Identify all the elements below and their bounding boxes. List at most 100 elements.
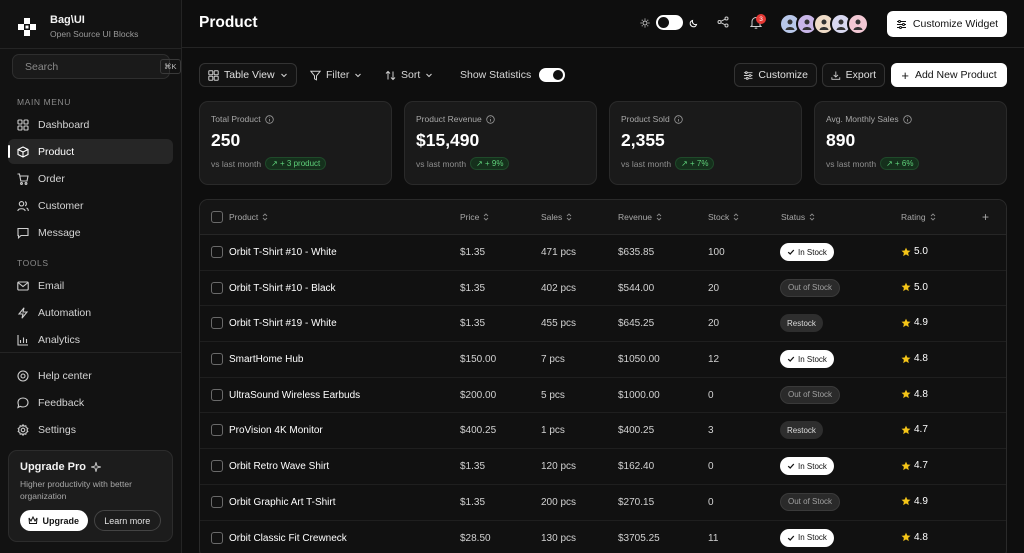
search-box[interactable]: ⌘K [12, 54, 181, 79]
sidebar: Bag\UI Open Source UI Blocks ⌘K MAIN MEN… [0, 0, 182, 553]
row-checkbox[interactable] [211, 281, 223, 294]
info-icon[interactable] [485, 114, 495, 124]
stat-value: $15,490 [416, 130, 480, 150]
table-row[interactable]: ProVision 4K Monitor $400.25 1 pcs $400.25 3… [200, 413, 1006, 450]
table-row[interactable]: Orbit T-Shirt #10 - Black $1.35 402 pcs $54… [200, 271, 1006, 307]
filter-button[interactable]: Filter [310, 63, 362, 87]
learn-more-button[interactable]: Learn more [93, 510, 161, 531]
brand[interactable]: Bag\UI Open Source UI Blocks [18, 14, 138, 39]
status-label: Restock [787, 425, 816, 435]
product-sales: 1 pcs [541, 425, 565, 437]
status-badge: In Stock [780, 243, 834, 261]
column-header-product[interactable]: Product [229, 212, 268, 222]
column-header-stock[interactable]: Stock [708, 212, 739, 222]
product-revenue: $162.40 [618, 461, 655, 473]
customize-button[interactable]: Customize [734, 63, 817, 87]
page-title: Product [199, 14, 258, 31]
upgrade-button[interactable]: Upgrade [20, 510, 88, 531]
table-row[interactable]: Orbit Classic Fit Crewneck $28.50 130 pcs $… [200, 521, 1006, 553]
search-shortcut: ⌘K [160, 59, 181, 74]
table-row[interactable]: Orbit Graphic Art T-Shirt $1.35 200 pcs $27… [200, 485, 1006, 521]
user-avatar-icon [802, 19, 812, 30]
rating-value: 4.8 [914, 388, 928, 400]
table-row[interactable]: Orbit T-Shirt #10 - White $1.35 471 pcs $63… [200, 235, 1006, 271]
sidebar-item-order[interactable]: Order [8, 166, 173, 191]
theme-toggle[interactable] [640, 15, 699, 30]
brand-subtitle: Open Source UI Blocks [50, 29, 139, 39]
sidebar-item-customer[interactable]: Customer [8, 193, 173, 218]
sidebar-item-label: Settings [38, 423, 76, 436]
chevron-down-icon [280, 73, 287, 78]
theme-switch[interactable] [656, 15, 683, 30]
row-checkbox[interactable] [211, 353, 223, 366]
sidebar-item-dashboard[interactable]: Dashboard [8, 112, 173, 137]
sidebar-item-settings[interactable]: Settings [8, 417, 173, 442]
customize-widget-button[interactable]: Customize Widget [887, 11, 1007, 37]
table-row[interactable]: Orbit Retro Wave Shirt $1.35 120 pcs $162.4… [200, 449, 1006, 485]
statistics-switch[interactable] [539, 68, 566, 82]
row-checkbox[interactable] [211, 531, 223, 544]
sidebar-item-feedback[interactable]: Feedback [8, 390, 173, 415]
add-column-plus-icon[interactable]: + [982, 210, 989, 224]
cart-icon [17, 172, 29, 185]
product-name: Orbit Classic Fit Crewneck [229, 532, 347, 544]
product-sales: 471 pcs [541, 247, 577, 258]
table-view-dropdown[interactable]: Table View [199, 63, 297, 87]
table-row[interactable]: Orbit T-Shirt #19 - White $1.35 455 pcs $64… [200, 306, 1006, 343]
status-label: Out of Stock [788, 497, 833, 507]
stat-label: Avg. Monthly Sales [826, 114, 899, 124]
sidebar-item-product[interactable]: Product [8, 139, 173, 164]
upgrade-buttons: Upgrade Learn more [20, 510, 161, 531]
rating-value: 4.7 [914, 424, 928, 436]
sort-arrows-icon [262, 213, 268, 221]
star-icon [901, 461, 911, 470]
row-checkbox[interactable] [211, 317, 223, 330]
sidebar-item-message[interactable]: Message [8, 220, 173, 245]
sidebar-item-label: Email [38, 279, 65, 292]
table-row[interactable]: SmartHome Hub $150.00 7 pcs $1050.00 12 In St… [200, 342, 1006, 378]
column-header-status[interactable]: Status [781, 212, 815, 222]
column-header-price[interactable]: Price [460, 212, 489, 222]
info-icon[interactable] [902, 114, 912, 124]
select-all-checkbox[interactable] [211, 211, 223, 223]
avatar[interactable] [847, 13, 869, 35]
avatar-group[interactable] [779, 13, 869, 35]
show-statistics-toggle[interactable]: Show Statistics [460, 63, 566, 87]
upgrade-card: Upgrade Pro Higher productivity with bet… [8, 450, 173, 542]
customize-widget-label: Customize Widget [912, 18, 999, 30]
column-header-rating[interactable]: Rating [901, 212, 936, 222]
product-name: Orbit T-Shirt #10 - Black [229, 282, 336, 294]
row-checkbox[interactable] [211, 388, 223, 401]
info-icon[interactable] [673, 114, 683, 124]
product-price: $1.35 [460, 461, 486, 473]
column-header-revenue[interactable]: Revenue [618, 212, 662, 222]
product-stock: 12 [708, 354, 720, 366]
rating-value: 4.7 [914, 460, 928, 472]
product-price: $1.35 [460, 496, 486, 508]
sort-button[interactable]: Sort [385, 63, 433, 87]
table-row[interactable]: UltraSound Wireless Earbuds $200.00 5 pcs $… [200, 378, 1006, 414]
row-checkbox[interactable] [211, 246, 223, 258]
product-name: Orbit Retro Wave Shirt [229, 461, 330, 473]
sidebar-item-automation[interactable]: Automation [8, 300, 173, 325]
star-icon [901, 532, 911, 542]
message-icon [17, 227, 29, 239]
product-rating: 4.7 [901, 424, 928, 435]
chart-icon [17, 334, 28, 346]
row-checkbox[interactable] [211, 460, 223, 473]
export-button[interactable]: Export [822, 63, 885, 87]
rating-value: 5.0 [914, 281, 928, 293]
search-input[interactable] [25, 60, 160, 73]
share-icon[interactable] [717, 16, 729, 28]
column-header-sales[interactable]: Sales [541, 212, 572, 222]
sidebar-item-analytics[interactable]: Analytics [8, 327, 173, 352]
sidebar-item-email[interactable]: Email [8, 273, 173, 298]
sidebar-item-help-center[interactable]: Help center [8, 363, 173, 388]
user-avatar-icon [853, 19, 863, 30]
row-checkbox[interactable] [211, 424, 223, 437]
add-new-product-button[interactable]: + Add New Product [891, 63, 1007, 87]
row-checkbox[interactable] [211, 495, 223, 508]
info-icon[interactable] [264, 114, 274, 124]
product-price: $400.25 [460, 425, 497, 437]
sidebar-divider [0, 48, 182, 49]
